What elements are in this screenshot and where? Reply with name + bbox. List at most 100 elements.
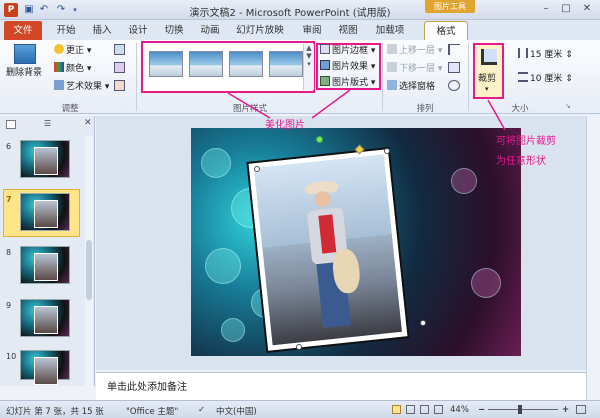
zoom-slider[interactable] [488, 409, 558, 410]
picture-styles-gallery[interactable] [141, 41, 315, 93]
slideshow-view-icon[interactable] [434, 405, 443, 414]
zoom-slider-thumb[interactable] [518, 405, 522, 414]
thumbnail-photo [34, 306, 58, 334]
sorter-view-icon[interactable] [406, 405, 415, 414]
group-divider [136, 43, 137, 111]
resize-handle[interactable] [254, 166, 260, 172]
undo-icon[interactable]: ↶ [37, 3, 51, 17]
slide-thumbnail-8[interactable] [20, 246, 70, 284]
fit-to-window-icon[interactable] [576, 405, 586, 414]
bokeh-light [451, 168, 477, 194]
crop-button[interactable]: 裁剪 ▾ [473, 43, 504, 99]
canvas-scrollbar[interactable] [586, 116, 600, 400]
face [313, 190, 332, 209]
height-field[interactable]: 15 厘米 ⇕ [518, 48, 573, 61]
powerpoint-app-icon[interactable]: P [4, 3, 18, 17]
thumbnail-photo [34, 253, 58, 281]
tab-slideshow[interactable]: 幻灯片放映 [232, 21, 288, 40]
picture-styles-group-label: 图片样式 [232, 104, 267, 114]
tab-view[interactable]: 视图 [334, 21, 362, 40]
group-divider [468, 43, 469, 111]
align-icon[interactable] [448, 44, 460, 55]
remove-background-button[interactable]: 删除背景 [6, 67, 42, 80]
group-divider [382, 43, 383, 111]
theme-name: "Office 主题" [126, 407, 179, 417]
dialog-launcher-icon[interactable]: ↘ [565, 102, 571, 110]
compress-pictures-icon[interactable] [114, 44, 125, 55]
scrollbar-thumb[interactable] [86, 240, 92, 300]
normal-view-icon[interactable] [392, 405, 401, 414]
thumbnail-photo [34, 357, 58, 385]
zoom-out-icon[interactable]: − [478, 405, 485, 415]
style-thumbnail[interactable] [229, 51, 263, 77]
change-picture-icon[interactable] [114, 62, 125, 73]
slide-number: 9 [6, 301, 12, 310]
outline-tab-icon[interactable]: ☰ [44, 119, 51, 128]
slide-thumbnail-7[interactable] [20, 193, 70, 231]
annotation-crop-line2: 为任意形状 [496, 156, 546, 167]
reset-picture-icon[interactable] [114, 80, 125, 91]
tab-addins[interactable]: 加载项 [370, 21, 410, 40]
language[interactable]: 中文(中国) [216, 405, 257, 417]
maximize-icon[interactable]: □ [558, 2, 574, 16]
status-bar: 幻灯片 第 7 张，共 15 张 "Office 主题" ✓ 中文(中国) 44… [0, 400, 600, 418]
resize-handle[interactable] [384, 148, 390, 154]
minimize-icon[interactable]: – [538, 2, 554, 16]
color-button[interactable]: 颜色 ▾ [54, 62, 91, 75]
rotate-handle[interactable] [316, 136, 323, 143]
bokeh-light [471, 268, 501, 298]
close-pane-icon[interactable]: ✕ [84, 118, 92, 128]
picture-layout-button[interactable]: 图片版式 ▾ [320, 76, 375, 89]
zoom-level[interactable]: 44% [450, 405, 469, 415]
bokeh-light [205, 248, 241, 284]
size-group-label: 大小 [511, 104, 529, 114]
group-objects-icon[interactable] [448, 62, 460, 73]
corrections-button[interactable]: 更正 ▾ [54, 44, 91, 57]
style-thumbnail[interactable] [269, 51, 303, 77]
remove-background-icon[interactable] [14, 44, 36, 64]
slide-thumbnail-10[interactable] [20, 350, 70, 385]
bring-forward-button[interactable]: 上移一层 ▾ [387, 44, 442, 57]
bokeh-light [221, 318, 245, 342]
close-icon[interactable]: ✕ [579, 2, 595, 16]
tab-transitions[interactable]: 切换 [160, 21, 188, 40]
window-title: 演示文稿2 - Microsoft PowerPoint (试用版) [189, 8, 391, 19]
arrange-group-label: 排列 [416, 104, 434, 114]
slides-tab-icon[interactable] [6, 120, 16, 129]
resize-handle[interactable] [296, 344, 302, 350]
tab-file[interactable]: 文件 [4, 21, 42, 40]
tab-design[interactable]: 设计 [124, 21, 152, 40]
slide-number: 8 [6, 248, 12, 257]
slide-info: 幻灯片 第 7 张，共 15 张 [6, 407, 104, 417]
customize-qat-icon[interactable]: ▾ [68, 3, 82, 17]
selected-picture[interactable] [248, 149, 408, 351]
gallery-scroll[interactable]: ▲ ▼ ▾ [303, 44, 314, 90]
style-thumbnail[interactable] [149, 51, 183, 77]
send-backward-button[interactable]: 下移一层 ▾ [387, 62, 442, 75]
redo-icon[interactable]: ↷ [54, 3, 68, 17]
save-icon[interactable]: ▣ [22, 3, 36, 17]
picture-border-button[interactable]: 图片边框 ▾ [320, 44, 375, 57]
rotate-icon[interactable] [448, 80, 460, 91]
reading-view-icon[interactable] [420, 405, 429, 414]
zoom-in-icon[interactable]: + [562, 405, 569, 415]
bokeh-light [201, 148, 231, 178]
tab-review[interactable]: 审阅 [298, 21, 326, 40]
resize-handle[interactable] [420, 320, 426, 326]
notes-placeholder[interactable]: 单击此处添加备注 [107, 378, 187, 393]
crop-label: 裁剪 [478, 74, 497, 84]
tab-home[interactable]: 开始 [52, 21, 80, 40]
selection-pane-button[interactable]: 选择窗格 [387, 80, 435, 93]
thumbnail-photo [34, 147, 58, 175]
tab-insert[interactable]: 插入 [88, 21, 116, 40]
spellcheck-icon[interactable]: ✓ [198, 405, 205, 415]
slide-thumbnail-6[interactable] [20, 140, 70, 178]
art-effects-button[interactable]: 艺术效果 ▾ [54, 80, 109, 93]
slide-thumbnail-9[interactable] [20, 299, 70, 337]
tab-format[interactable]: 格式 [424, 21, 468, 40]
picture-effects-button[interactable]: 图片效果 ▾ [320, 60, 375, 73]
art-effects-icon [54, 80, 64, 90]
width-field[interactable]: 10 厘米 ⇕ [518, 72, 573, 85]
style-thumbnail[interactable] [189, 51, 223, 77]
tab-animations[interactable]: 动画 [196, 21, 224, 40]
